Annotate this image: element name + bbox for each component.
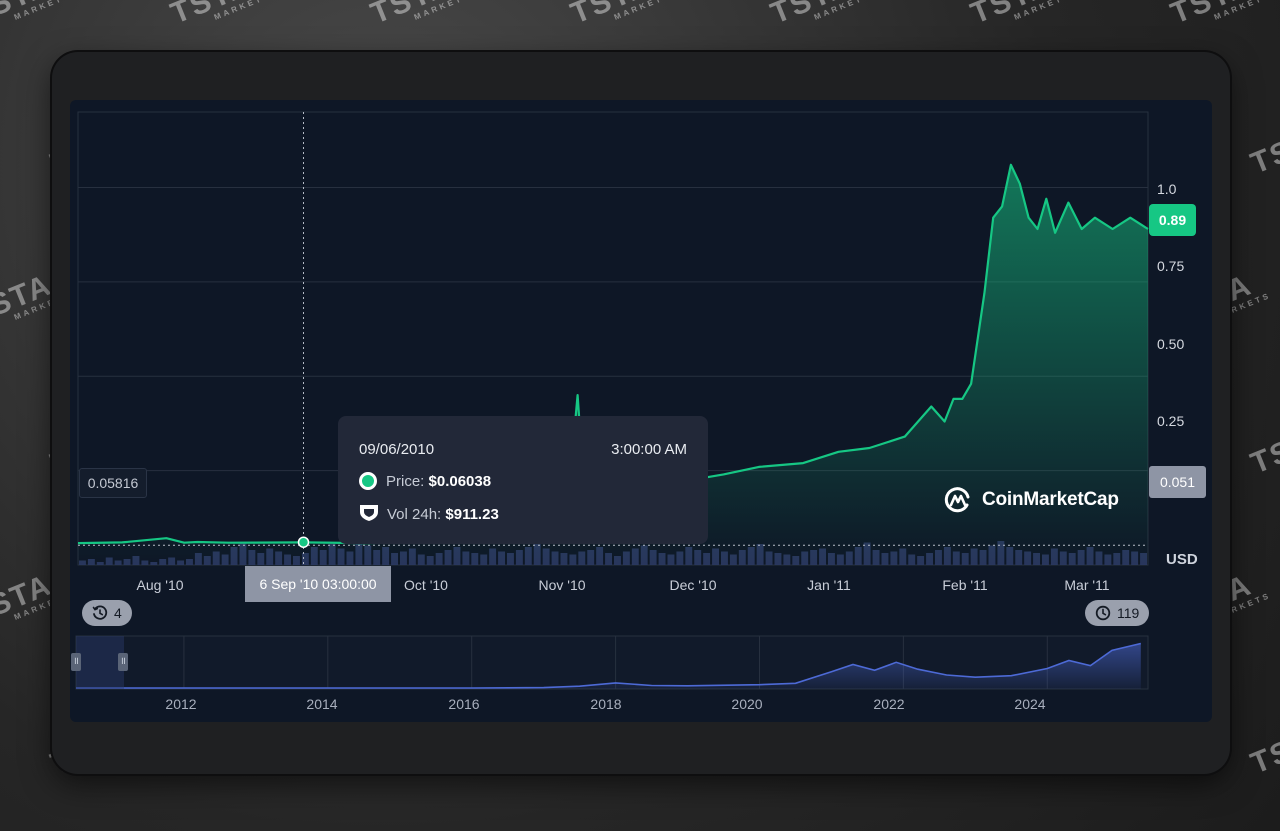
watermark-logo: TSTAMARKETS (0, 0, 73, 30)
navigator-tick-label: 2020 (731, 696, 763, 712)
watermark-logo: TSTAMARKETS (1246, 418, 1280, 481)
navigator-right-handle[interactable]: ॥ (118, 653, 128, 671)
y-tick-label: 0.75 (1157, 258, 1185, 274)
range-start-button[interactable]: 4 (82, 600, 132, 626)
tooltip-price-value: $0.06038 (428, 473, 492, 490)
price-chart[interactable] (70, 100, 1212, 722)
watermark-logo: TSTAMARKETS (1166, 0, 1273, 30)
tooltip-price-label: Price: (386, 473, 425, 490)
x-tick-label: Oct '10 (404, 577, 448, 593)
volume-shield-icon (360, 505, 378, 521)
watermark-logo: TSTAMARKETS (166, 0, 273, 30)
last-price-badge: 0.89 (1149, 204, 1196, 236)
watermark-logo: TSTAMARKETS (1246, 118, 1280, 181)
navigator-tick-label: 2014 (306, 696, 338, 712)
tooltip-volume-label: Vol 24h: (387, 506, 442, 523)
watermark-logo: TSTAMARKETS (1246, 718, 1280, 781)
range-start-value: 4 (114, 605, 122, 621)
navigator-tick-label: 2018 (590, 696, 622, 712)
price-tooltip: 09/06/2010 3:00:00 AM Price: $0.06038 Vo… (338, 416, 708, 544)
y-tick-label: 0.50 (1157, 336, 1185, 352)
navigator-tick-label: 2022 (873, 696, 905, 712)
coinmarketcap-icon (944, 487, 970, 513)
price-dot-icon (359, 472, 377, 490)
navigator-selection (76, 636, 124, 689)
x-tick-label: Dec '10 (669, 577, 717, 593)
history-icon (92, 605, 108, 620)
tooltip-date: 09/06/2010 (359, 441, 435, 458)
crosshair-date-label: 6 Sep '10 03:00:00 (245, 566, 391, 602)
watermark-logo: TSTAMARKETS (966, 0, 1073, 30)
brand-logo: CoinMarketCap (943, 485, 1119, 515)
navigator-left-handle[interactable]: ॥ (71, 653, 81, 671)
watermark-logo: TSTAMARKETS (566, 0, 673, 30)
crosshair-price-label: 0.051 (1149, 466, 1206, 498)
navigator-tick-label: 2024 (1014, 696, 1046, 712)
x-tick-label: Nov '10 (538, 577, 586, 593)
tooltip-price-row: Price: $0.06038 (359, 472, 491, 490)
x-tick-label: Mar '11 (1064, 577, 1110, 593)
currency-label: USD (1166, 551, 1198, 568)
clock-icon (1095, 605, 1111, 621)
brand-name: CoinMarketCap (982, 489, 1119, 510)
chart-panel: 1.0 0.75 0.50 0.25 Aug '10 Oct '10 Nov '… (70, 100, 1212, 722)
range-end-button[interactable]: 119 (1085, 600, 1150, 626)
watermark-logo: TSTAMARKETS (766, 0, 873, 30)
navigator-tick-label: 2012 (165, 696, 197, 712)
x-tick-label: Feb '11 (942, 577, 988, 593)
crosshair-point (297, 536, 310, 548)
y-tick-label: 0.25 (1157, 413, 1185, 429)
tooltip-volume-row: Vol 24h: $911.23 (359, 504, 499, 523)
x-tick-label: Aug '10 (136, 577, 184, 593)
watermark-logo: TSTAMARKETS (366, 0, 473, 30)
navigator-tick-label: 2016 (448, 696, 480, 712)
tooltip-time: 3:00:00 AM (611, 441, 687, 458)
crosshair-left-price-label: 0.05816 (79, 468, 147, 498)
x-tick-label: Jan '11 (807, 577, 851, 593)
tooltip-volume-value: $911.23 (445, 506, 499, 523)
range-end-value: 119 (1117, 605, 1140, 621)
y-tick-label: 1.0 (1157, 181, 1177, 197)
